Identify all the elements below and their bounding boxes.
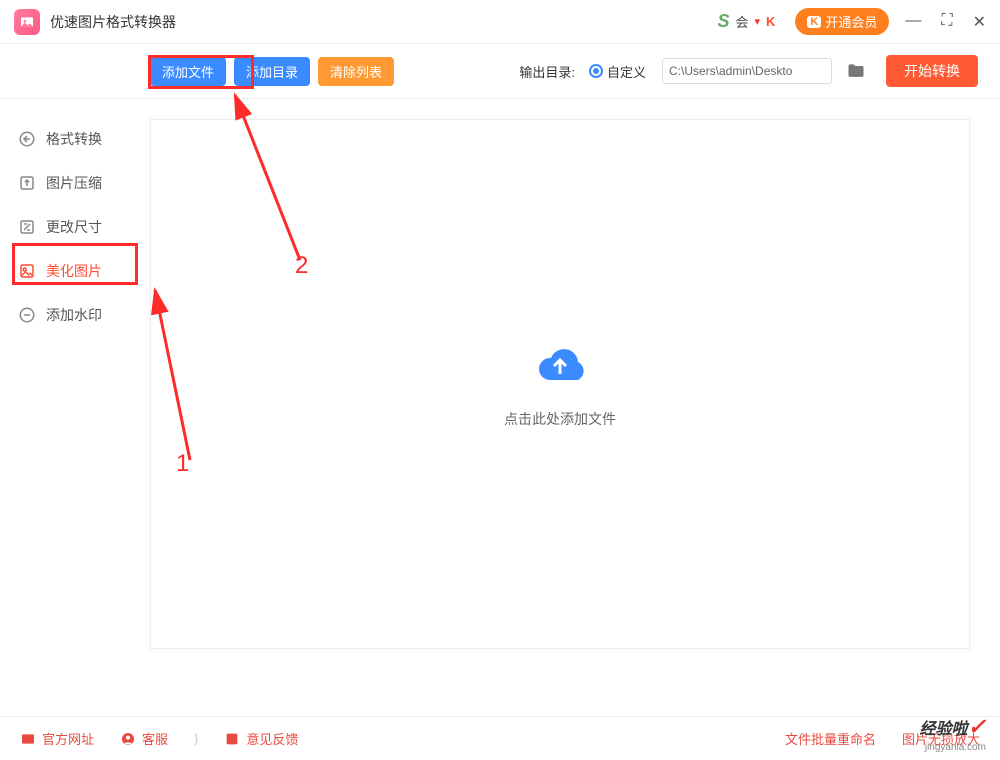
user-avatar-icon: S (717, 11, 729, 32)
sidebar-item-label: 美化图片 (46, 261, 102, 281)
toolbar: 添加文件 添加目录 清除列表 输出目录: 自定义 开始转换 (0, 44, 1000, 99)
sidebar: 格式转换 图片压缩 更改尺寸 美化图片 添加水印 (0, 99, 140, 716)
radio-checked-icon (589, 64, 603, 78)
official-site-link[interactable]: 官方网址 (20, 729, 94, 748)
output-dir-label: 输出目录: (519, 62, 575, 81)
minimize-button[interactable]: — (905, 12, 921, 32)
sidebar-item-format-convert[interactable]: 格式转换 (0, 117, 140, 161)
main-panel: 点击此处添加文件 (140, 99, 1000, 716)
chevron-down-icon: ▾ (755, 15, 761, 28)
open-vip-button[interactable]: K 开通会员 (795, 8, 889, 35)
drop-zone-hint: 点击此处添加文件 (504, 409, 616, 429)
window-controls: — ⛶ ✕ (905, 12, 986, 32)
support-label: 客服 (142, 729, 168, 748)
batch-rename-label: 文件批量重命名 (785, 729, 876, 748)
sidebar-item-label: 图片压缩 (46, 173, 102, 193)
support-link[interactable]: 客服 (120, 729, 168, 748)
browse-folder-button[interactable] (846, 60, 868, 82)
app-logo (14, 9, 40, 35)
vip-label: 开通会员 (825, 12, 877, 31)
user-account[interactable]: S 会 ▾ K (717, 11, 775, 32)
maximize-button[interactable]: ⛶ (941, 12, 952, 32)
site-watermark: 经验啦✓ jingyanla.com (920, 716, 986, 754)
add-folder-button[interactable]: 添加目录 (234, 57, 310, 86)
output-custom-radio[interactable]: 自定义 (589, 62, 646, 81)
footer: 官方网址 客服 } 意见反馈 文件批量重命名 图片无损放大 (0, 716, 1000, 760)
resize-icon (18, 218, 36, 236)
add-file-button[interactable]: 添加文件 (150, 57, 226, 86)
sidebar-item-beautify[interactable]: 美化图片 (0, 249, 140, 293)
sidebar-item-resize[interactable]: 更改尺寸 (0, 205, 140, 249)
cloud-upload-icon (528, 340, 592, 393)
sidebar-item-label: 格式转换 (46, 129, 102, 149)
sidebar-item-label: 更改尺寸 (46, 217, 102, 237)
sidebar-item-label: 添加水印 (46, 305, 102, 325)
user-name: 会 (735, 12, 748, 31)
convert-icon (18, 130, 36, 148)
compress-icon (18, 174, 36, 192)
watermark-icon (18, 306, 36, 324)
clear-list-button[interactable]: 清除列表 (318, 57, 394, 86)
vip-k-icon: K (807, 16, 821, 28)
batch-rename-link[interactable]: 文件批量重命名 (785, 729, 876, 748)
drop-zone[interactable]: 点击此处添加文件 (150, 119, 970, 649)
official-site-label: 官方网址 (42, 729, 94, 748)
vip-badge-icon: K (766, 14, 775, 29)
feedback-label: 意见反馈 (246, 729, 298, 748)
output-custom-label: 自定义 (607, 62, 646, 81)
sidebar-item-compress[interactable]: 图片压缩 (0, 161, 140, 205)
output-path-input[interactable] (662, 58, 832, 84)
start-convert-button[interactable]: 开始转换 (886, 55, 978, 87)
beautify-icon (18, 262, 36, 280)
feedback-link[interactable]: 意见反馈 (224, 729, 298, 748)
app-title: 优速图片格式转换器 (50, 12, 176, 32)
sidebar-item-watermark[interactable]: 添加水印 (0, 293, 140, 337)
close-button[interactable]: ✕ (973, 12, 986, 32)
titlebar: 优速图片格式转换器 S 会 ▾ K K 开通会员 — ⛶ ✕ (0, 0, 1000, 44)
